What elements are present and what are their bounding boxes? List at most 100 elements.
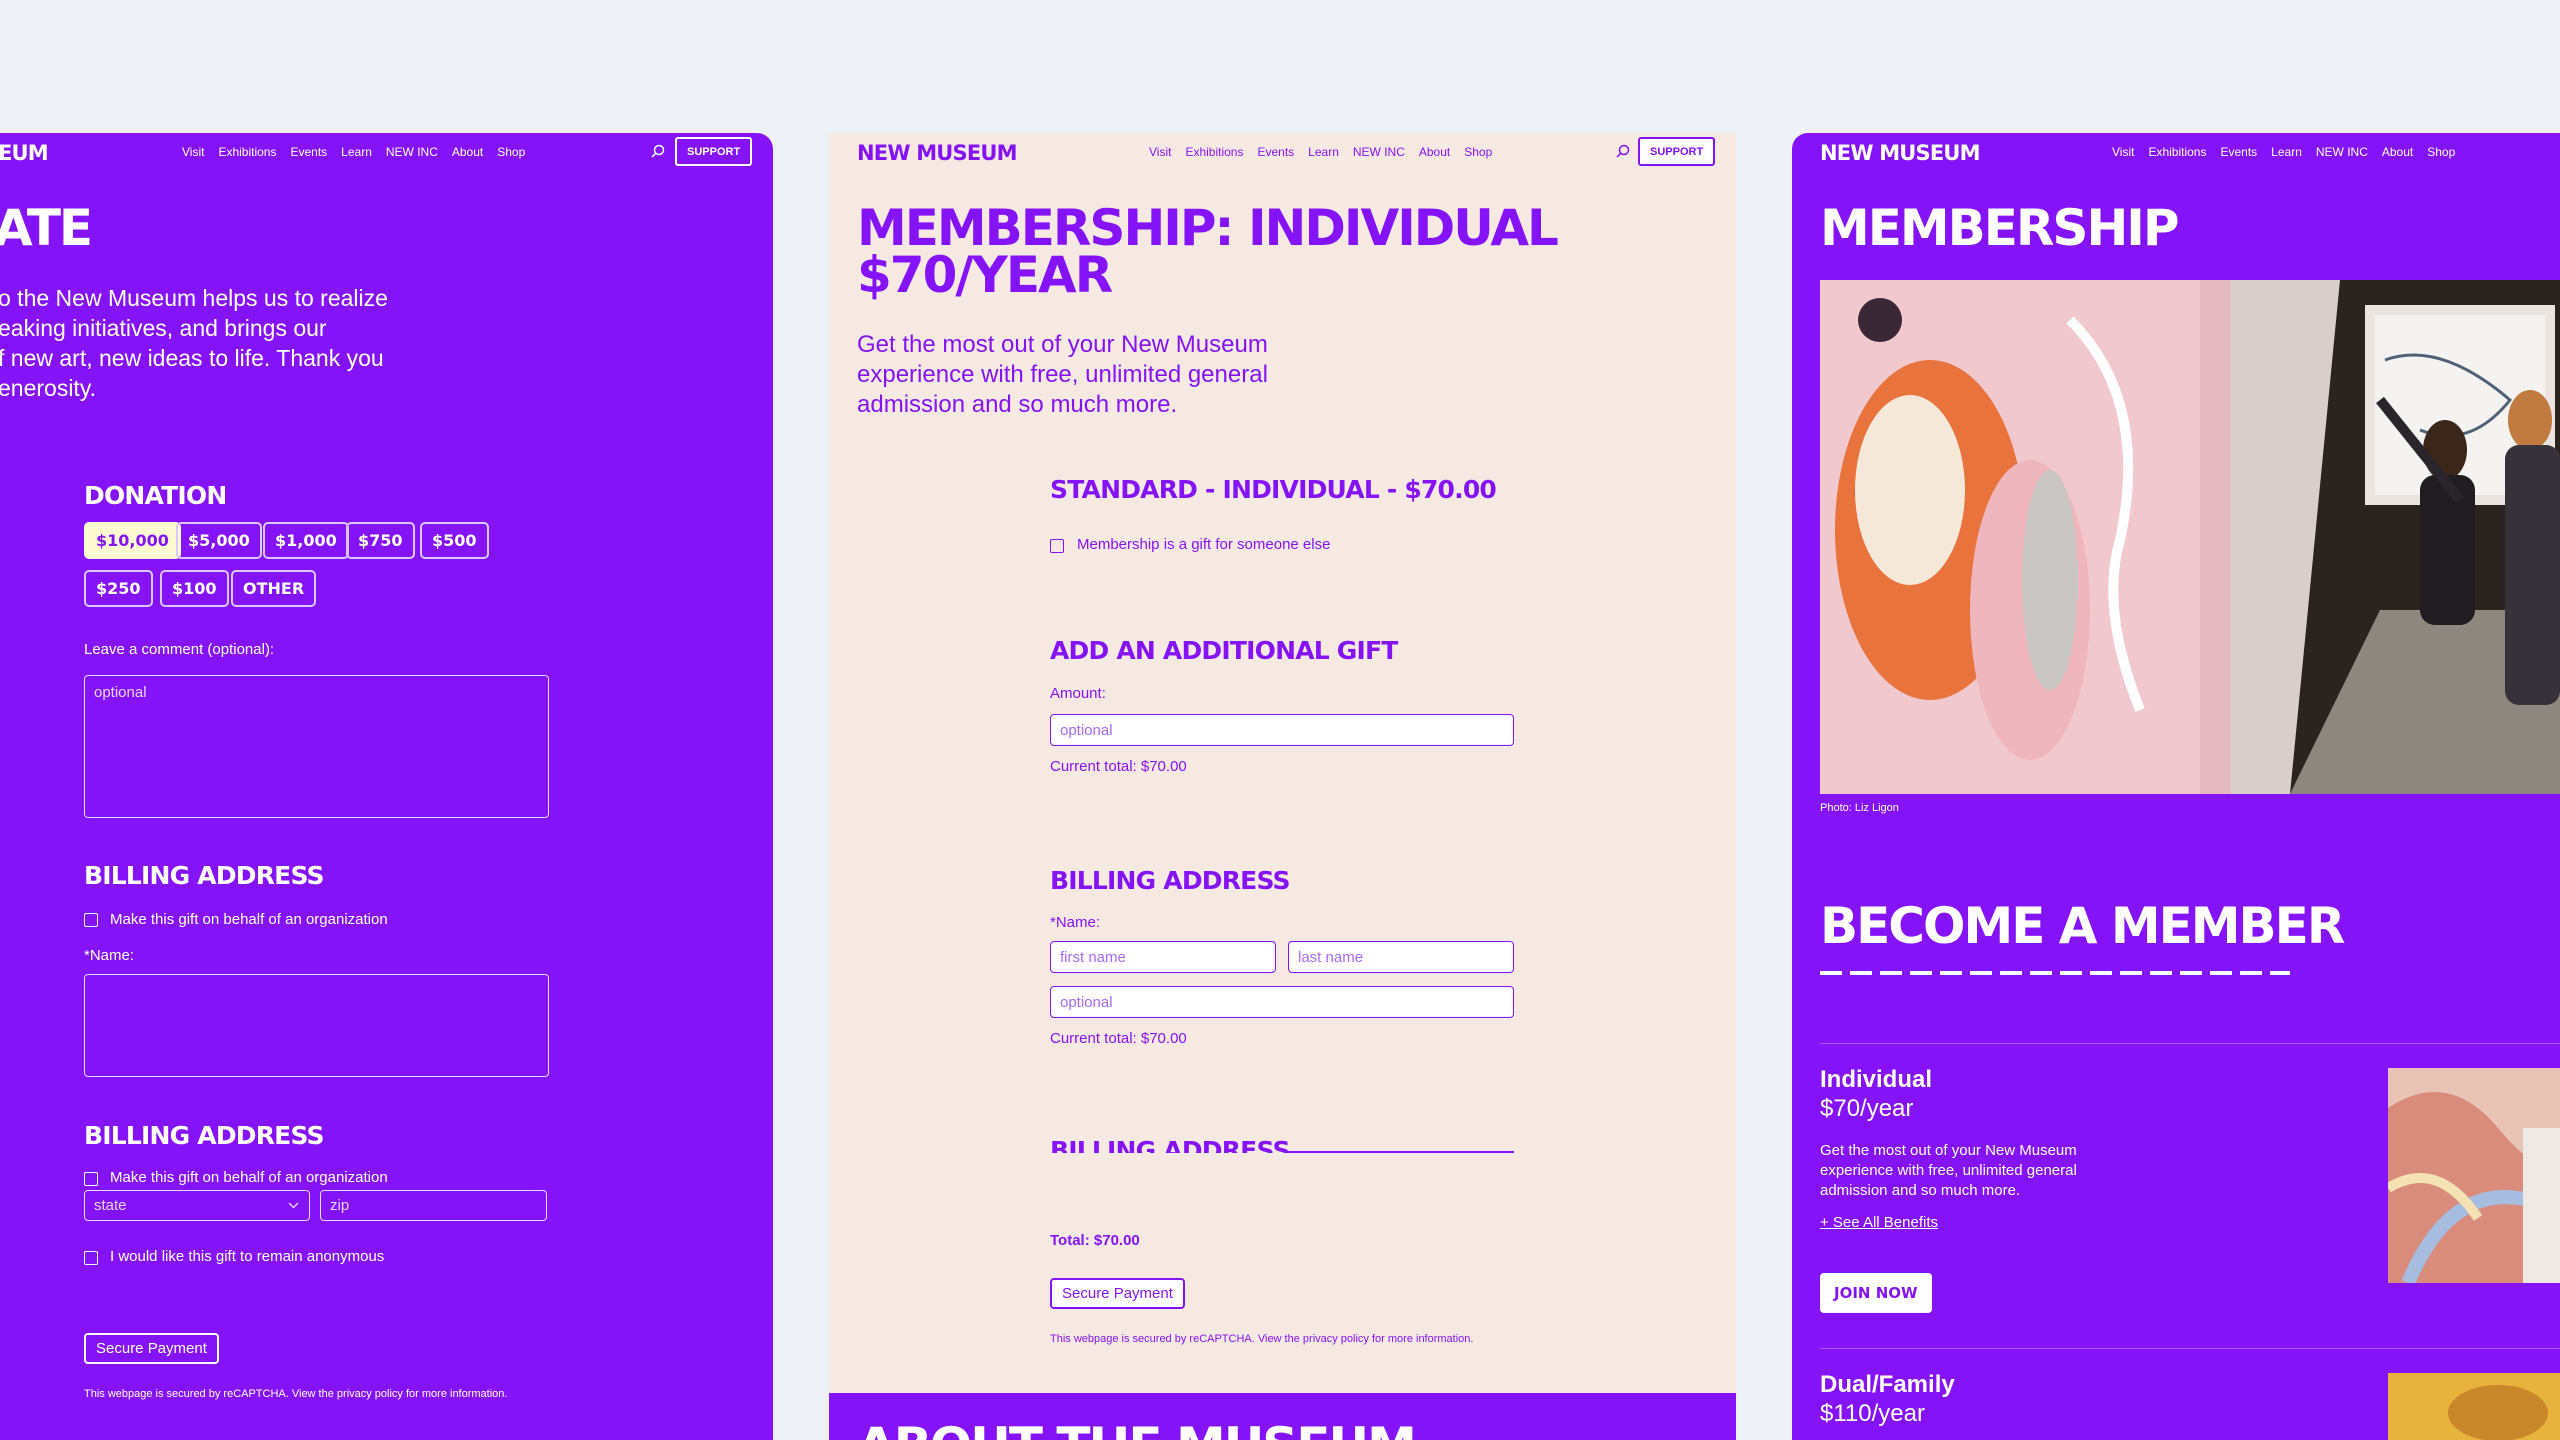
current-total: Current total: $70.00 (1050, 758, 1187, 775)
comment-label: Leave a comment (optional): (84, 641, 275, 658)
additional-gift-heading: ADD AN ADDITIONAL GIFT (1050, 636, 1398, 665)
nav-exhibitions[interactable]: Exhibitions (2148, 145, 2206, 159)
standard-heading: STANDARD - INDIVIDUAL - $70.00 (1050, 475, 1497, 504)
name-label: *Name: (84, 947, 135, 964)
divider-2 (1820, 1348, 2560, 1349)
billing-heading-3-clipped: BILLING ADDRESS (1050, 1136, 1290, 1153)
nav-shop[interactable]: Shop (497, 145, 525, 159)
name-label: *Name: (1050, 914, 1101, 931)
amount-10000-button[interactable]: $10,000 (84, 522, 181, 559)
search-icon[interactable] (650, 143, 666, 159)
tier-individual-price: $70/year (1820, 1095, 1914, 1122)
main-nav: Visit Exhibitions Events Learn NEW INC A… (2112, 145, 2455, 159)
nav-exhibitions[interactable]: Exhibitions (218, 145, 276, 159)
see-all-benefits-link[interactable]: + See All Benefits (1820, 1214, 1938, 1231)
nav-events[interactable]: Events (2220, 145, 2257, 159)
about-title: ABOUT THE MUSEUM (857, 1421, 1417, 1440)
nav-visit[interactable]: Visit (1149, 145, 1171, 159)
membership-checkout-panel: NEW MUSEUM Visit Exhibitions Events Lear… (829, 133, 1736, 1440)
state-select[interactable]: state (84, 1190, 310, 1221)
divider (1820, 1043, 2560, 1044)
page-title: MEMBERSHIP (1820, 199, 2180, 257)
gallery-photo (1820, 280, 2560, 794)
organization-check-label-2: Make this gift on behalf of an organizat… (110, 1169, 388, 1186)
nav-learn[interactable]: Learn (1308, 145, 1339, 159)
organization-check-label: Make this gift on behalf of an organizat… (110, 911, 388, 928)
heading-reflection (1820, 971, 2290, 975)
dual-thumbnail (2388, 1373, 2560, 1440)
amount-750-button[interactable]: $750 (346, 522, 415, 559)
amount-100-button[interactable]: $100 (160, 570, 229, 607)
name-fields-area[interactable] (84, 974, 549, 1077)
become-heading: BECOME A MEMBER (1820, 897, 2345, 955)
amount-1000-button[interactable]: $1,000 (263, 522, 349, 559)
nav-learn[interactable]: Learn (341, 145, 372, 159)
nav-about[interactable]: About (1419, 145, 1450, 159)
page-title: MEMBERSHIP: INDIVIDUAL $70/YEAR (857, 199, 1559, 304)
about-section: ABOUT THE MUSEUM (829, 1393, 1736, 1440)
logo[interactable]: NEW MUSEUM (857, 141, 1018, 165)
search-icon[interactable] (1615, 143, 1631, 159)
nav-events[interactable]: Events (290, 145, 327, 159)
billing-heading: BILLING ADDRESS (1050, 866, 1291, 895)
nav-about[interactable]: About (452, 145, 483, 159)
nav-learn[interactable]: Learn (2271, 145, 2302, 159)
nav-new-inc[interactable]: NEW INC (1353, 145, 1405, 159)
tier-individual-name: Individual (1820, 1066, 1933, 1093)
gift-check-label: Membership is a gift for someone else (1077, 536, 1331, 553)
amount-other-button[interactable]: OTHER (231, 570, 317, 607)
anonymous-checkbox[interactable] (84, 1251, 98, 1265)
recaptcha-notice: This webpage is secured by reCAPTCHA. Vi… (84, 1388, 508, 1400)
amount-label: Amount: (1050, 685, 1106, 702)
chevron-down-icon (288, 1202, 299, 1209)
support-button[interactable]: SUPPORT (1638, 137, 1716, 166)
individual-thumbnail (2388, 1068, 2560, 1283)
intro-text: Get the most out of your New Museum expe… (857, 331, 1268, 418)
nav-shop[interactable]: Shop (2427, 145, 2455, 159)
donation-heading: DONATION (84, 481, 227, 510)
secure-payment-button[interactable]: Secure Payment (1050, 1278, 1185, 1309)
billing-heading: BILLING ADDRESS (84, 861, 325, 890)
photo-credit: Photo: Liz Ligon (1820, 802, 1899, 814)
logo[interactable]: EUM (0, 141, 49, 165)
logo[interactable]: NEW MUSEUM (1820, 141, 1981, 165)
amount-5000-button[interactable]: $5,000 (176, 522, 262, 559)
join-now-button[interactable]: JOIN NOW (1820, 1273, 1932, 1313)
optional-input[interactable]: optional (1050, 986, 1514, 1018)
main-nav: Visit Exhibitions Events Learn NEW INC A… (182, 145, 525, 159)
zip-input[interactable]: zip (320, 1190, 547, 1221)
current-total-2: Current total: $70.00 (1050, 1030, 1187, 1047)
organization-checkbox[interactable] (84, 913, 98, 927)
nav-exhibitions[interactable]: Exhibitions (1185, 145, 1243, 159)
nav-visit[interactable]: Visit (182, 145, 204, 159)
last-name-input[interactable]: last name (1288, 941, 1514, 973)
tier-dual-price: $110/year (1820, 1400, 1925, 1427)
anonymous-check-label: I would like this gift to remain anonymo… (110, 1248, 385, 1265)
membership-landing-panel: NEW MUSEUM Visit Exhibitions Events Lear… (1792, 133, 2560, 1440)
input-edge (1288, 1151, 1514, 1153)
first-name-input[interactable]: first name (1050, 941, 1276, 973)
billing-heading-2: BILLING ADDRESS (84, 1121, 325, 1150)
support-button[interactable]: SUPPORT (675, 137, 753, 166)
gift-checkbox[interactable] (1050, 539, 1064, 553)
nav-events[interactable]: Events (1257, 145, 1294, 159)
secure-payment-button[interactable]: Secure Payment (84, 1333, 219, 1364)
main-nav: Visit Exhibitions Events Learn NEW INC A… (1149, 145, 1492, 159)
nav-about[interactable]: About (2382, 145, 2413, 159)
amount-500-button[interactable]: $500 (420, 522, 489, 559)
total-label: Total: $70.00 (1050, 1232, 1140, 1249)
donate-page-panel: EUM Visit Exhibitions Events Learn NEW I… (0, 133, 773, 1440)
nav-shop[interactable]: Shop (1464, 145, 1492, 159)
recaptcha-notice: This webpage is secured by reCAPTCHA. Vi… (1050, 1333, 1474, 1345)
comment-textarea[interactable]: optional (84, 675, 549, 818)
amount-input[interactable]: optional (1050, 714, 1514, 746)
organization-checkbox-2[interactable] (84, 1172, 98, 1186)
amount-250-button[interactable]: $250 (84, 570, 153, 607)
nav-visit[interactable]: Visit (2112, 145, 2134, 159)
intro-text: o the New Museum helps us to realize eak… (0, 285, 388, 401)
nav-new-inc[interactable]: NEW INC (2316, 145, 2368, 159)
tier-dual-name: Dual/Family (1820, 1371, 1955, 1398)
tier-individual-description: Get the most out of your New Museum expe… (1820, 1142, 2077, 1199)
nav-new-inc[interactable]: NEW INC (386, 145, 438, 159)
page-title: ATE (0, 199, 93, 257)
